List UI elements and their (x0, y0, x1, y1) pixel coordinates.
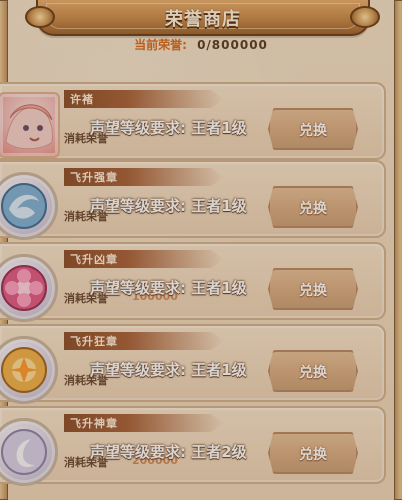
shop-item-card: 许褚 消耗荣誉 声望等级要求: 王者1级 兑换 (0, 82, 386, 160)
title-banner: 荣誉商店 (36, 0, 370, 36)
exchange-button-label: 兑换 (299, 123, 327, 139)
level-requirement: 声望等级要求: 王者1级 (90, 361, 247, 379)
item-name: 许褚 (70, 93, 94, 106)
item-name: 飞升凶章 (70, 253, 118, 266)
wind-badge-icon (0, 172, 58, 240)
shop-item-card: 飞升狂章 消耗荣誉 声望等级要求: 王者1级 兑换 (0, 324, 386, 404)
honor-label: 当前荣誉: (134, 38, 187, 52)
exchange-button-label: 兑换 (299, 447, 327, 463)
flower-badge-icon (0, 254, 58, 322)
page-title: 荣誉商店 (165, 9, 241, 30)
honor-status: 当前荣誉: 0/800000 (0, 36, 402, 54)
level-requirement: 声望等级要求: 王者1级 (90, 279, 247, 297)
exchange-button[interactable]: 兑换 (268, 432, 358, 474)
item-name: 飞升狂章 (70, 335, 118, 348)
ornament-left (25, 6, 55, 28)
level-requirement: 声望等级要求: 王者1级 (90, 119, 247, 137)
fire-badge-icon (0, 336, 58, 404)
honor-value: 0/800000 (197, 38, 268, 52)
level-requirement: 声望等级要求: 王者2级 (90, 443, 247, 461)
exchange-button-label: 兑换 (299, 365, 327, 381)
ornament-right (350, 6, 380, 28)
item-name: 飞升神章 (70, 417, 118, 430)
item-name: 飞升强章 (70, 171, 118, 184)
exchange-button-label: 兑换 (299, 283, 327, 299)
exchange-button[interactable]: 兑换 (268, 186, 358, 228)
exchange-button[interactable]: 兑换 (268, 268, 358, 310)
portrait-icon (0, 92, 60, 158)
level-requirement: 声望等级要求: 王者1级 (90, 197, 247, 215)
moon-badge-icon (0, 418, 58, 486)
shop-item-card: 飞升神章 消耗荣誉 200000 声望等级要求: 王者2级 兑换 (0, 406, 386, 486)
exchange-button[interactable]: 兑换 (268, 108, 358, 150)
shop-item-card: 飞升强章 消耗荣誉 声望等级要求: 王者1级 兑换 (0, 160, 386, 240)
item-list[interactable]: 许褚 消耗荣誉 声望等级要求: 王者1级 兑换 飞升强章 消耗荣誉 声望等级要求… (0, 58, 390, 500)
shop-item-card: 飞升凶章 消耗荣誉 100000 声望等级要求: 王者1级 兑换 (0, 242, 386, 322)
exchange-button-label: 兑换 (299, 201, 327, 217)
exchange-button[interactable]: 兑换 (268, 350, 358, 392)
frame-right-border (394, 0, 402, 500)
